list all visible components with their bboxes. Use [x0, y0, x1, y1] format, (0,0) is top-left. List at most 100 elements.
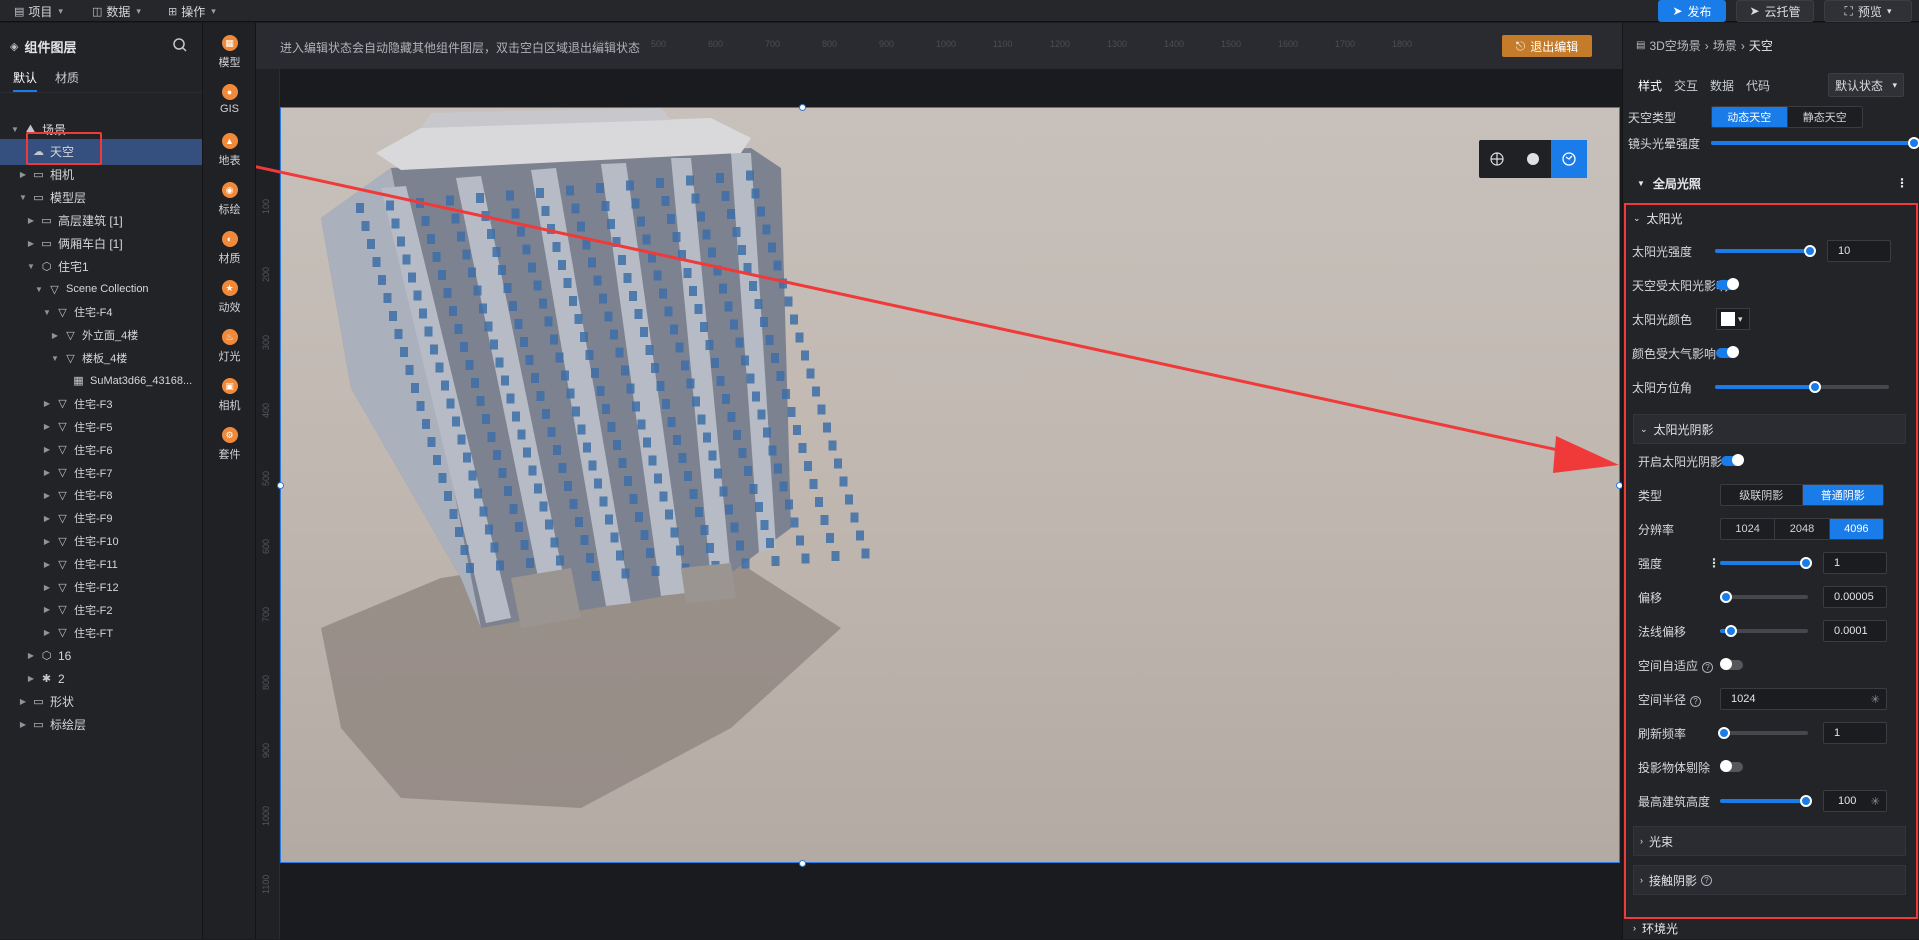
caret-right-icon[interactable]: ▶ — [42, 560, 52, 569]
resolution-1024[interactable]: 1024 — [1721, 519, 1776, 539]
component-terrain[interactable]: ▲ 地表 — [203, 133, 256, 168]
tab-material[interactable]: 材质 — [55, 69, 79, 92]
tab-code[interactable]: 代码 — [1746, 77, 1770, 94]
caret-right-icon[interactable]: ▶ — [18, 697, 28, 706]
help-icon[interactable]: ? — [1702, 661, 1714, 673]
slider-knob[interactable] — [1720, 591, 1732, 603]
component-camera[interactable]: ▣ 相机 — [203, 378, 256, 413]
refresh-slider[interactable] — [1718, 727, 1808, 739]
caret-down-icon[interactable]: ▼ — [50, 354, 60, 363]
lens-flare-slider[interactable] — [1711, 137, 1919, 149]
caret-right-icon[interactable]: ▶ — [42, 468, 52, 477]
max-height-slider[interactable] — [1720, 795, 1812, 807]
caret-right-icon[interactable]: ▶ — [18, 170, 28, 179]
caret-down-icon[interactable]: ▼ — [34, 285, 44, 294]
normal-offset-slider[interactable] — [1720, 625, 1808, 637]
refresh-input[interactable]: 1 — [1823, 722, 1887, 744]
slider-knob[interactable] — [1725, 625, 1737, 637]
env-light-header[interactable]: › 环境光 — [1623, 916, 1919, 940]
sun-shadow-header[interactable]: ⌄ 太阳光阴影 — [1633, 414, 1906, 444]
slider-knob[interactable] — [1908, 137, 1919, 149]
slider-knob[interactable] — [1718, 727, 1730, 739]
caret-right-icon[interactable]: ▶ — [42, 399, 52, 408]
help-icon[interactable]: ? — [1690, 695, 1702, 707]
caret-right-icon[interactable]: ▶ — [26, 239, 36, 248]
caret-down-icon[interactable]: ▼ — [18, 193, 28, 202]
caret-right-icon[interactable]: ▶ — [42, 422, 52, 431]
component-light[interactable]: ♨ 灯光 — [203, 329, 256, 364]
tab-data[interactable]: 数据 — [1710, 77, 1734, 94]
slider-knob[interactable] — [1804, 245, 1816, 257]
caret-right-icon[interactable]: ▶ — [18, 720, 28, 729]
caret-down-icon[interactable]: ▼ — [10, 125, 20, 134]
sun-intensity-slider[interactable] — [1715, 245, 1816, 257]
sun-header[interactable]: ⌄ 太阳光 — [1623, 203, 1919, 233]
search-icon[interactable] — [172, 37, 188, 53]
caret-right-icon[interactable]: ▶ — [42, 445, 52, 454]
shadow-enable-toggle[interactable] — [1721, 454, 1744, 466]
sun-color-picker[interactable]: ▾ — [1716, 308, 1750, 330]
caret-right-icon[interactable]: ▶ — [50, 331, 60, 340]
publish-button[interactable]: ➤ 发布 — [1658, 0, 1726, 22]
tab-style[interactable]: 样式 — [1638, 77, 1662, 94]
resolution-2048[interactable]: 2048 — [1775, 519, 1830, 539]
spinner-icon[interactable]: ✳ — [1871, 693, 1880, 706]
resolution-4096[interactable]: 4096 — [1829, 519, 1883, 539]
caret-right-icon[interactable]: ▶ — [42, 514, 52, 523]
sun-azimuth-slider[interactable] — [1715, 381, 1889, 393]
state-select[interactable]: 默认状态 ▾ — [1828, 73, 1904, 97]
tree-item[interactable]: ▶ ▭ 标绘层 — [0, 711, 202, 737]
slider-knob[interactable] — [1809, 381, 1821, 393]
offset-slider[interactable] — [1720, 591, 1808, 603]
spinner-icon[interactable]: ✳ — [1871, 795, 1880, 808]
caret-right-icon[interactable]: ▶ — [42, 583, 52, 592]
component-model[interactable]: ▦ 模型 — [203, 35, 256, 70]
breadcrumb-item[interactable]: 场景 — [1713, 37, 1737, 54]
component-kit[interactable]: ⚙ 套件 — [203, 427, 256, 462]
caret-right-icon[interactable]: ▶ — [26, 216, 36, 225]
offset-input[interactable]: 0.00005 — [1823, 586, 1887, 608]
shadow-type-normal[interactable]: 普通阴影 — [1802, 485, 1883, 505]
more-icon[interactable]: ⋮ — [1708, 556, 1720, 570]
sun-intensity-input[interactable]: 10 — [1827, 240, 1891, 262]
caret-right-icon[interactable]: ▶ — [42, 537, 52, 546]
caret-down-icon[interactable]: ▼ — [42, 308, 52, 317]
tab-default[interactable]: 默认 — [13, 69, 38, 92]
caret-right-icon[interactable]: ▶ — [42, 605, 52, 614]
sky-type-dynamic[interactable]: 动态天空 — [1712, 107, 1788, 127]
slider-knob[interactable] — [1800, 795, 1812, 807]
menu-data[interactable]: ◫ 数据 ▾ — [92, 0, 141, 22]
contact-shadow-header[interactable]: › 接触阴影 ? — [1633, 865, 1906, 895]
more-icon[interactable]: ⋮ — [1896, 176, 1908, 190]
cloud-hosting-button[interactable]: ➤ 云托管 — [1736, 0, 1814, 22]
component-material[interactable]: ◐ 材质 — [203, 231, 256, 266]
menu-project[interactable]: ▤ 项目 ▾ — [14, 0, 63, 22]
slider-knob[interactable] — [1800, 557, 1812, 569]
component-pin[interactable]: ◉ 标绘 — [203, 182, 256, 217]
caret-right-icon[interactable]: ▶ — [26, 651, 36, 660]
caret-down-icon[interactable]: ▼ — [26, 262, 36, 271]
atmos-affect-toggle[interactable] — [1716, 346, 1739, 358]
caret-right-icon[interactable]: ▶ — [42, 628, 52, 637]
preview-button[interactable]: ⛶ 预览 ▾ — [1824, 0, 1912, 22]
adaptive-toggle[interactable] — [1720, 658, 1743, 670]
max-height-input[interactable]: 100 ✳ — [1823, 790, 1887, 812]
cull-toggle[interactable] — [1720, 760, 1743, 772]
sky-type-static[interactable]: 静态天空 — [1787, 107, 1862, 127]
help-icon[interactable]: ? — [1701, 874, 1713, 886]
caret-right-icon[interactable]: ▶ — [42, 491, 52, 500]
caret-right-icon[interactable]: ▶ — [26, 674, 36, 683]
sky-sun-affect-toggle[interactable] — [1716, 278, 1739, 290]
breadcrumb-item[interactable]: 3D空场景 — [1649, 37, 1700, 54]
component-effect[interactable]: ★ 动效 — [203, 280, 256, 315]
global-light-header[interactable]: ▼ 全局光照 ⋮ — [1623, 166, 1919, 200]
radius-input[interactable]: 1024 ✳ — [1720, 688, 1887, 710]
shadow-type-cascade[interactable]: 级联阴影 — [1721, 485, 1803, 505]
strength-input[interactable]: 1 — [1823, 552, 1887, 574]
menu-operation[interactable]: ⊞ 操作 ▾ — [168, 0, 216, 22]
component-gis[interactable]: ● GIS — [203, 84, 256, 115]
beam-header[interactable]: › 光束 — [1633, 826, 1906, 856]
tab-interaction[interactable]: 交互 — [1674, 77, 1698, 94]
normal-offset-input[interactable]: 0.0001 — [1823, 620, 1887, 642]
strength-slider[interactable] — [1720, 557, 1812, 569]
